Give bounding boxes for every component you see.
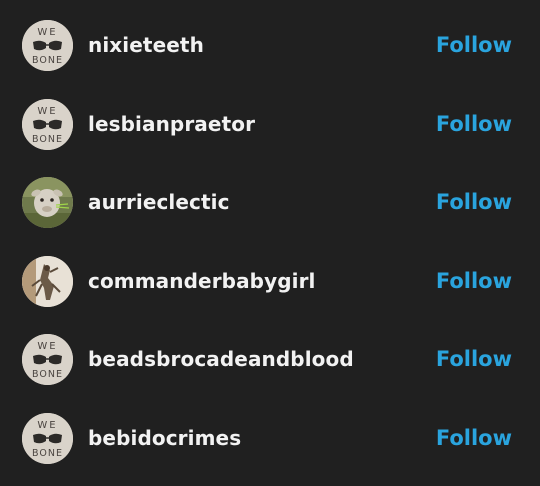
- follow-button[interactable]: Follow: [436, 426, 512, 450]
- svg-text:BONE: BONE: [32, 134, 63, 145]
- avatar[interactable]: WE BONE: [22, 19, 73, 71]
- username[interactable]: bebidocrimes: [88, 426, 241, 450]
- list-item: commanderbabygirl Follow: [0, 242, 540, 320]
- creature-photo-icon: [22, 255, 73, 307]
- list-item: aurrieclectic Follow: [0, 163, 540, 241]
- follow-button[interactable]: Follow: [436, 269, 512, 293]
- list-item: WE BONE bebidocrimes Follow: [0, 399, 540, 477]
- avatar[interactable]: WE BONE: [22, 98, 73, 150]
- username[interactable]: beadsbrocadeandblood: [88, 347, 354, 371]
- follow-button[interactable]: Follow: [436, 347, 512, 371]
- svg-text:BONE: BONE: [32, 369, 63, 380]
- avatar[interactable]: [22, 255, 73, 307]
- username[interactable]: nixieteeth: [88, 33, 204, 57]
- avatar[interactable]: WE BONE: [22, 412, 73, 464]
- list-item: WE BONE nixieteeth Follow: [0, 6, 540, 84]
- avatar[interactable]: WE BONE: [22, 333, 73, 385]
- avatar[interactable]: [22, 176, 73, 228]
- goat-photo-icon: [22, 176, 73, 228]
- we-bone-logo-icon: WE BONE: [22, 98, 73, 150]
- svg-text:WE: WE: [37, 341, 57, 352]
- follow-button[interactable]: Follow: [436, 190, 512, 214]
- svg-text:BONE: BONE: [32, 55, 63, 66]
- follow-suggestions-list: WE BONE nixieteeth Follow WE BONE lesbia…: [0, 0, 540, 486]
- username[interactable]: aurrieclectic: [88, 190, 230, 214]
- svg-text:BONE: BONE: [32, 448, 63, 459]
- we-bone-logo-icon: WE BONE: [22, 412, 73, 464]
- svg-text:WE: WE: [37, 106, 57, 117]
- we-bone-logo-icon: WE BONE: [22, 333, 73, 385]
- list-item: WE BONE beadsbrocadeandblood Follow: [0, 320, 540, 398]
- list-item: WE BONE lesbianpraetor Follow: [0, 85, 540, 163]
- username[interactable]: lesbianpraetor: [88, 112, 255, 136]
- username[interactable]: commanderbabygirl: [88, 269, 316, 293]
- follow-button[interactable]: Follow: [436, 112, 512, 136]
- svg-text:WE: WE: [37, 27, 57, 38]
- we-bone-logo-icon: WE BONE: [22, 19, 73, 71]
- follow-button[interactable]: Follow: [436, 33, 512, 57]
- svg-text:WE: WE: [37, 420, 57, 431]
